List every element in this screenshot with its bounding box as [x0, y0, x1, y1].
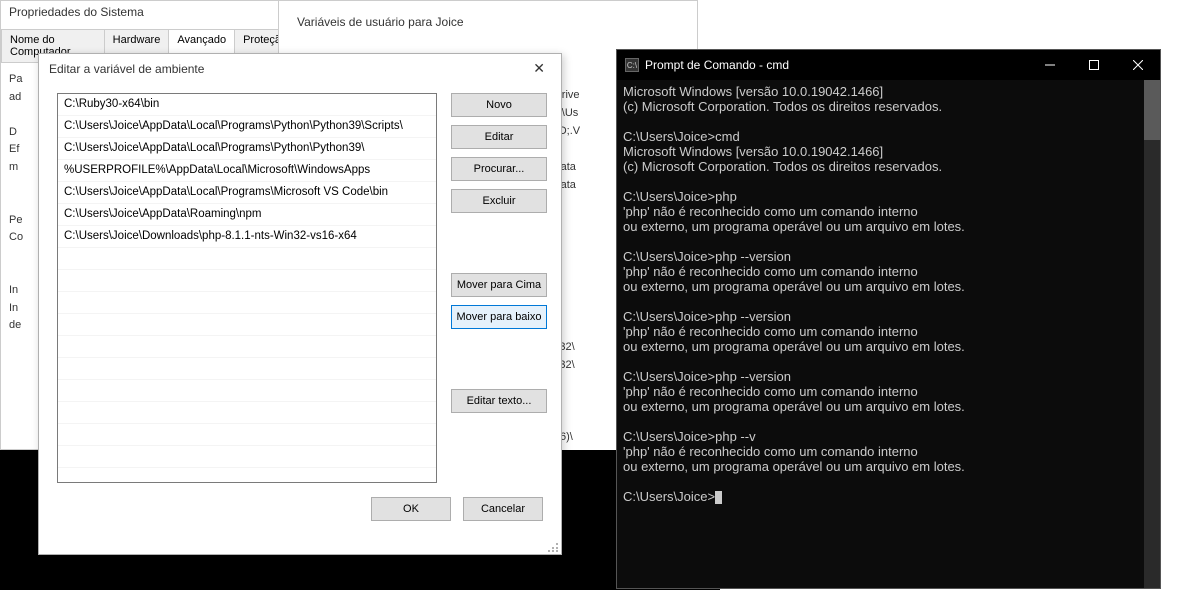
cmd-scroll-thumb[interactable] [1144, 80, 1160, 140]
cmd-line: C:\Users\Joice>cmd [623, 129, 1136, 144]
path-item-empty[interactable] [58, 358, 436, 380]
editar-button[interactable]: Editar [451, 125, 547, 149]
cmd-line: Microsoft Windows [versão 10.0.19042.146… [623, 144, 1136, 159]
path-item[interactable]: C:\Users\Joice\AppData\Local\Programs\Mi… [58, 182, 436, 204]
cmd-output[interactable]: Microsoft Windows [versão 10.0.19042.146… [617, 80, 1160, 588]
path-item[interactable]: C:\Users\Joice\Downloads\php-8.1.1-nts-W… [58, 226, 436, 248]
mover-cima-button[interactable]: Mover para Cima [451, 273, 547, 297]
procurar-button[interactable]: Procurar... [451, 157, 547, 181]
cmd-line: C:\Users\Joice>php --version [623, 309, 1136, 324]
resize-grip-icon[interactable] [547, 540, 559, 552]
cmd-scrollbar[interactable] [1144, 80, 1160, 588]
envvars-section-title: Variáveis de usuário para Joice [279, 1, 697, 37]
cmd-line: C:\Users\Joice>php [623, 189, 1136, 204]
cmd-line: ou externo, um programa operável ou um a… [623, 339, 1136, 354]
edit-env-footer: OK Cancelar [39, 497, 561, 535]
path-item-empty[interactable] [58, 446, 436, 468]
cmd-titlebar[interactable]: C:\ Prompt de Comando - cmd [617, 50, 1160, 80]
path-item[interactable]: C:\Users\Joice\AppData\Local\Programs\Py… [58, 116, 436, 138]
cursor-icon [715, 491, 722, 504]
cancelar-button[interactable]: Cancelar [463, 497, 543, 521]
path-item-empty[interactable] [58, 402, 436, 424]
path-item-empty[interactable] [58, 314, 436, 336]
maximize-icon[interactable] [1072, 50, 1116, 80]
path-item-empty[interactable] [58, 336, 436, 358]
ok-button[interactable]: OK [371, 497, 451, 521]
path-item-empty[interactable] [58, 424, 436, 446]
cmd-line: C:\Users\Joice> [623, 489, 1136, 504]
path-item-empty[interactable] [58, 292, 436, 314]
cmd-line [623, 174, 1136, 189]
cmd-line: (c) Microsoft Corporation. Todos os dire… [623, 159, 1136, 174]
close-icon[interactable]: ✕ [525, 60, 553, 77]
cmd-line: 'php' não é reconhecido como um comando … [623, 444, 1136, 459]
cmd-line [623, 414, 1136, 429]
path-item[interactable]: C:\Users\Joice\AppData\Local\Programs\Py… [58, 138, 436, 160]
cmd-line [623, 294, 1136, 309]
cmd-line: ou externo, um programa operável ou um a… [623, 219, 1136, 234]
cmd-window: C:\ Prompt de Comando - cmd Microsoft Wi… [616, 49, 1161, 589]
cmd-line: C:\Users\Joice>php --v [623, 429, 1136, 444]
path-item[interactable]: %USERPROFILE%\AppData\Local\Microsoft\Wi… [58, 160, 436, 182]
cmd-line: ou externo, um programa operável ou um a… [623, 399, 1136, 414]
path-item[interactable]: C:\Users\Joice\AppData\Roaming\npm [58, 204, 436, 226]
cmd-title: Prompt de Comando - cmd [645, 58, 789, 72]
cmd-line: ou externo, um programa operável ou um a… [623, 279, 1136, 294]
sysprops-title: Propriedades do Sistema [1, 1, 289, 23]
edit-env-titlebar: Editar a variável de ambiente ✕ [39, 54, 561, 83]
path-list[interactable]: C:\Ruby30-x64\binC:\Users\Joice\AppData\… [57, 93, 437, 483]
edit-env-title: Editar a variável de ambiente [49, 62, 204, 76]
cmd-line [623, 354, 1136, 369]
button-column: Novo Editar Procurar... Excluir Mover pa… [451, 93, 547, 483]
editar-texto-button[interactable]: Editar texto... [451, 389, 547, 413]
cmd-line: (c) Microsoft Corporation. Todos os dire… [623, 99, 1136, 114]
novo-button[interactable]: Novo [451, 93, 547, 117]
cmd-line [623, 474, 1136, 489]
cmd-line [623, 234, 1136, 249]
cmd-line: 'php' não é reconhecido como um comando … [623, 324, 1136, 339]
cmd-line: C:\Users\Joice>php --version [623, 249, 1136, 264]
cmd-line [623, 114, 1136, 129]
cmd-icon: C:\ [625, 58, 639, 72]
path-item-empty[interactable] [58, 248, 436, 270]
path-item[interactable]: C:\Ruby30-x64\bin [58, 94, 436, 116]
cmd-line: 'php' não é reconhecido como um comando … [623, 204, 1136, 219]
mover-baixo-button[interactable]: Mover para baixo [451, 305, 547, 329]
edit-env-dialog: Editar a variável de ambiente ✕ C:\Ruby3… [38, 53, 562, 555]
cmd-line: ou externo, um programa operável ou um a… [623, 459, 1136, 474]
cmd-line: 'php' não é reconhecido como um comando … [623, 384, 1136, 399]
cmd-line: C:\Users\Joice>php --version [623, 369, 1136, 384]
path-item-empty[interactable] [58, 270, 436, 292]
path-item-empty[interactable] [58, 380, 436, 402]
excluir-button[interactable]: Excluir [451, 189, 547, 213]
cmd-window-controls [1028, 50, 1160, 80]
path-item-empty[interactable] [58, 468, 436, 483]
cmd-line: Microsoft Windows [versão 10.0.19042.146… [623, 84, 1136, 99]
minimize-icon[interactable] [1028, 50, 1072, 80]
close-icon[interactable] [1116, 50, 1160, 80]
cmd-line: 'php' não é reconhecido como um comando … [623, 264, 1136, 279]
